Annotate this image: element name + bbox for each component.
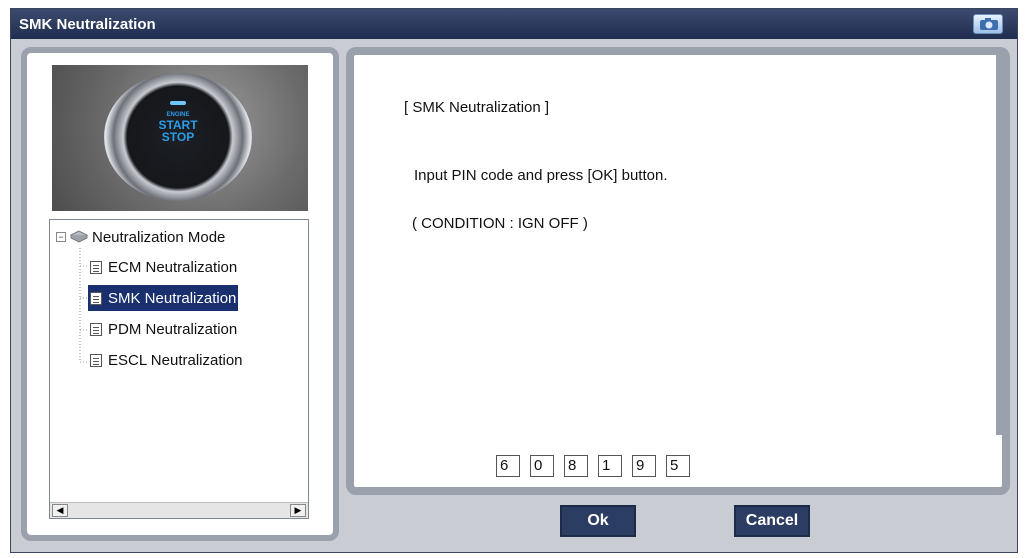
document-icon	[90, 260, 102, 274]
collapse-icon[interactable]: −	[56, 232, 66, 242]
title-bar: SMK Neutralization	[11, 9, 1017, 39]
pin-digit-5[interactable]: 9	[632, 455, 656, 477]
document-icon	[90, 291, 102, 305]
tree-item-ecm-neutralization[interactable]: ECM Neutralization	[88, 254, 239, 280]
pin-digit-2[interactable]: 0	[530, 455, 554, 477]
content-panel: [ SMK Neutralization ] Input PIN code an…	[346, 47, 1010, 495]
pin-code-inputs: 6 0 8 1 9 5	[496, 455, 700, 477]
scroll-left-icon[interactable]: ◀	[52, 504, 68, 517]
camera-glyph	[980, 18, 998, 30]
start-stop-button-image: ENGINE START STOP	[52, 65, 308, 211]
start-stop-label: ENGINE START STOP	[152, 111, 204, 143]
instruction-text: Input PIN code and press [OK] button.	[414, 167, 668, 184]
tree-root-label: Neutralization Mode	[92, 228, 226, 246]
neutralization-tree[interactable]: − Neutralization Mode ECM Neutralization…	[49, 219, 309, 519]
camera-icon[interactable]	[973, 14, 1003, 34]
start-stop-led	[170, 101, 186, 105]
left-panel: ENGINE START STOP − Neutralization Mode …	[21, 47, 339, 541]
scroll-right-icon[interactable]: ▶	[290, 504, 306, 517]
tree-item-label: SMK Neutralization	[108, 289, 237, 307]
tree-item-label: PDM Neutralization	[108, 320, 238, 338]
cancel-button[interactable]: Cancel	[734, 505, 810, 537]
folder-icon	[70, 230, 88, 243]
pin-digit-6[interactable]: 5	[666, 455, 690, 477]
tree-root-neutralization-mode[interactable]: − Neutralization Mode	[56, 224, 225, 250]
content-header: [ SMK Neutralization ]	[404, 99, 550, 116]
tree-item-escl-neutralization[interactable]: ESCL Neutralization	[88, 347, 245, 373]
pin-digit-4[interactable]: 1	[598, 455, 622, 477]
window-title: SMK Neutralization	[19, 15, 156, 33]
horizontal-scrollbar[interactable]: ◀ ▶	[50, 502, 308, 518]
document-icon	[90, 322, 102, 336]
start-stop-ring: ENGINE START STOP	[104, 73, 252, 201]
condition-text: ( CONDITION : IGN OFF )	[412, 215, 588, 232]
stop-text: STOP	[161, 130, 195, 144]
smk-neutralization-window: SMK Neutralization ENGINE START STOP − N…	[10, 8, 1018, 553]
tree-item-pdm-neutralization[interactable]: PDM Neutralization	[88, 316, 239, 342]
pin-digit-1[interactable]: 6	[496, 455, 520, 477]
tree-item-smk-neutralization[interactable]: SMK Neutralization	[88, 285, 239, 311]
ok-button[interactable]: Ok	[560, 505, 636, 537]
tree-item-label: ESCL Neutralization	[108, 351, 243, 369]
tree-item-label: ECM Neutralization	[108, 258, 238, 276]
vertical-scrollbar[interactable]	[996, 55, 1002, 435]
document-icon	[90, 353, 102, 367]
pin-digit-3[interactable]: 8	[564, 455, 588, 477]
